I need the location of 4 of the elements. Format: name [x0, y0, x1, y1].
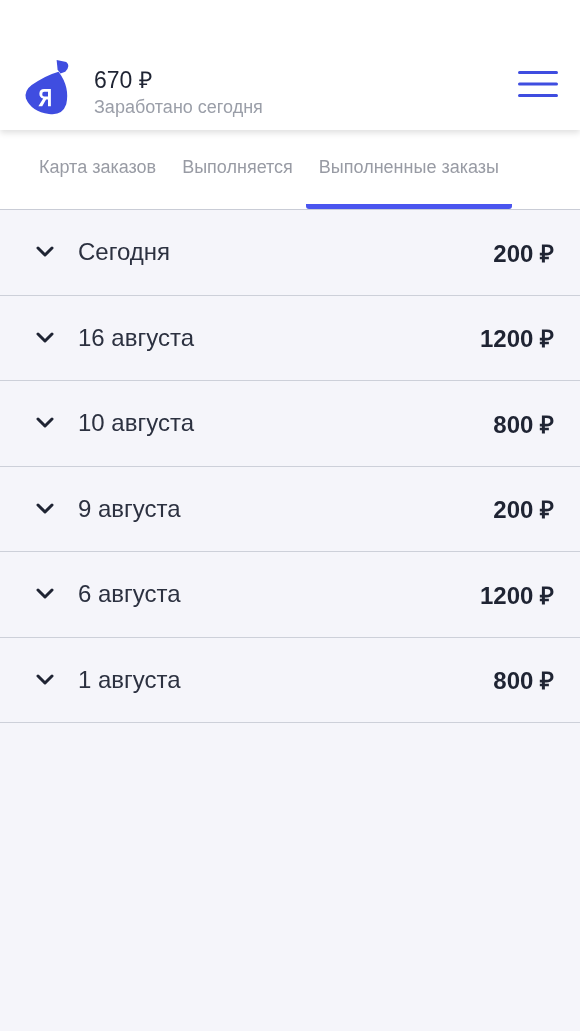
earnings-caption: Заработано сегодня — [94, 97, 264, 118]
menu-icon — [518, 70, 558, 98]
menu-button[interactable] — [518, 70, 558, 98]
earnings-amount: 670 ₽ — [94, 66, 153, 95]
